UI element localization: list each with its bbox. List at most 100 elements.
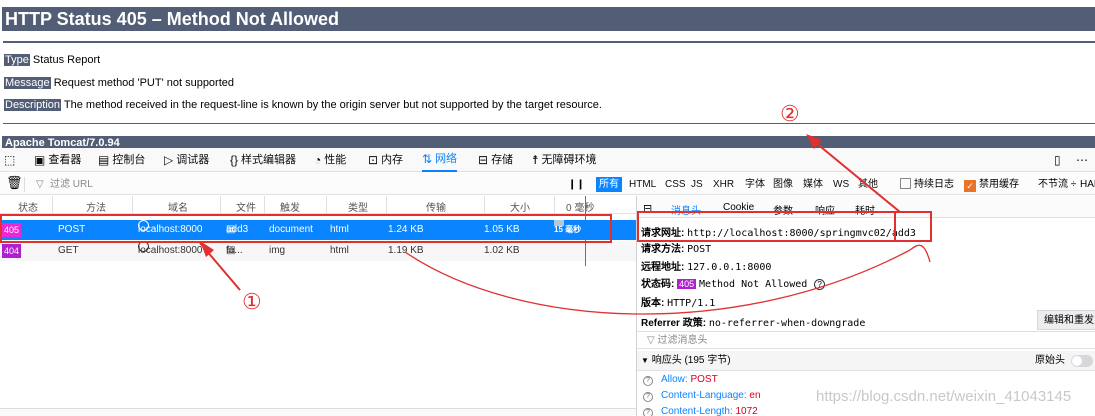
annotation-one: ① [242,290,262,315]
filter-js[interactable]: JS [688,177,706,192]
throttle-select[interactable]: 不节流 ÷ [1038,177,1076,192]
storage-icon: ⊟ [478,153,489,167]
pause-icon[interactable]: ❙❙ [568,177,585,192]
separator [24,177,25,192]
filter-images[interactable]: 图像 [770,177,796,192]
filter-fonts[interactable]: 字体 [742,177,768,192]
filter-media[interactable]: 媒体 [800,177,826,192]
tab-accessibility[interactable]: ☨ 无障碍环境 [532,148,597,172]
request-method-row: 请求方法: POST [641,244,712,255]
tomcat-footer: Apache Tomcat/7.0.94 [2,136,1095,148]
tab-storage[interactable]: ⊟ 存储 [478,148,513,172]
col-type[interactable]: 类型 [348,199,368,214]
persist-logs-checkbox[interactable]: 持续日志 [900,177,954,192]
help-icon[interactable]: ? [643,408,653,416]
filter-ws[interactable]: WS [830,177,852,192]
har-menu[interactable]: HAR [1080,177,1095,192]
style-editor-icon: {} [230,153,239,167]
type-value: Status Report [32,54,101,66]
col-file[interactable]: 文件 [236,199,256,214]
memory-icon: ⊡ [368,153,379,167]
response-headers-title: 响应头 (195 字节) [651,355,731,366]
table-row[interactable]: 404 GET localhost:8000 ▤ fa... img html … [0,241,636,261]
debugger-icon: ▷ [164,153,174,167]
message-line: Message Request method 'PUT' not support… [4,76,234,90]
header-row: ? Content-Language: en [643,390,761,402]
network-filter-bar: 🗑 ▽ 过滤 URL ❙❙ 所有 HTML CSS JS XHR 字体 图像 媒… [0,173,1095,195]
tab-label: 无障碍环境 [541,154,597,166]
header-row: ? Content-Length: 1072 [643,406,758,416]
tab-debugger[interactable]: ▷ 调试器 [164,148,209,172]
filter-other[interactable]: 其他 [855,177,881,192]
divider [3,123,1095,124]
trash-icon[interactable]: 🗑 [6,175,23,190]
filter-xhr[interactable]: XHR [710,177,737,192]
response-headers-section[interactable]: ▼ 响应头 (195 字节) 原始头 [637,351,1095,371]
summary-bar [0,408,636,416]
method-cell: GET [58,245,79,256]
filter-html[interactable]: HTML [626,177,659,192]
status-badge: 405 [677,279,697,289]
tab-label: 查看器 [48,154,82,166]
url-filter-input[interactable]: 过滤 URL [50,177,550,192]
description-label: Description [4,99,62,111]
filter-css[interactable]: CSS [662,177,689,192]
col-domain[interactable]: 域名 [168,199,188,214]
status-code-row: 状态码: 405 Method Not Allowed ? [641,275,826,290]
watermark: https://blog.csdn.net/weixin_41043145 [816,388,1072,405]
size-cell: 1.02 KB [484,245,520,256]
tab-label: 控制台 [112,154,146,166]
tab-memory[interactable]: ⊡ 内存 [368,148,403,172]
referrer-policy-row: Referrer 政策: no-referrer-when-downgrade [641,318,866,329]
divider [3,41,1095,43]
disable-cache-label: 禁用缓存 [979,179,1019,190]
tab-network[interactable]: ⇅ 网络 [422,148,458,172]
inspector-icon: ▣ [34,153,46,167]
error-title: HTTP Status 405 – Method Not Allowed [2,7,1095,31]
disable-cache-checkbox[interactable]: ✓ 禁用缓存 [964,177,1019,192]
trigger-cell: img [269,245,286,256]
col-size[interactable]: 大小 [510,199,530,214]
filter-icon: ▽ [36,179,44,190]
header-row: ? Allow: POST [643,374,718,386]
annotation-two: ② [780,102,800,127]
tab-label: 性能 [324,154,347,166]
message-label: Message [4,77,51,89]
more-menu-icon[interactable]: ⋯ [1076,148,1088,172]
tab-console[interactable]: ▤ 控制台 [98,148,145,172]
tab-label: 内存 [381,154,404,166]
help-icon[interactable]: ? [814,279,826,290]
tab-inspector[interactable]: ▣ 查看器 [34,148,81,172]
col-status[interactable]: 状态 [18,199,38,214]
annotation-box-url [637,211,932,242]
filter-all[interactable]: 所有 [596,177,622,192]
dock-icon[interactable]: ▯ [1054,148,1061,172]
console-icon: ▤ [98,153,110,167]
transferred-cell: 1.19 KB [388,245,424,256]
help-icon[interactable]: ? [643,392,653,402]
chevron-down-icon: ▼ [641,356,649,365]
tab-performance[interactable]: ◔ 性能 [314,148,346,172]
help-icon[interactable]: ? [643,376,653,386]
version-row: 版本: HTTP/1.1 [641,298,716,309]
remote-address-row: 远程地址: 127.0.0.1:8000 [641,262,772,273]
filter-icon: ▽ [647,335,658,346]
pick-element-icon[interactable]: ⬚ [4,148,15,172]
type-label: Type [4,54,30,66]
message-value: Request method 'PUT' not supported [53,77,235,89]
col-method[interactable]: 方法 [86,199,106,214]
header-filter-input[interactable]: ▽ 过滤消息头 [637,331,1095,349]
request-table-header: 状态 方法 域名 文件 触发 类型 传输 大小 0 毫秒 [0,196,636,214]
raw-headers-toggle[interactable] [1071,355,1093,367]
col-waterfall[interactable]: 0 毫秒 [566,199,594,214]
raw-headers-label: 原始头 [1035,355,1065,366]
type-line: Type Status Report [4,53,100,67]
edit-resend-button[interactable]: 编辑和重发 [1037,310,1095,330]
tab-label: 调试器 [176,154,210,166]
tab-label: 存储 [491,154,514,166]
col-trigger[interactable]: 触发 [280,199,300,214]
tab-style-editor[interactable]: {} 样式编辑器 [230,148,296,172]
col-transferred[interactable]: 传输 [426,199,446,214]
description-line: Description The method received in the r… [4,98,602,112]
annotation-box-request [0,214,612,243]
